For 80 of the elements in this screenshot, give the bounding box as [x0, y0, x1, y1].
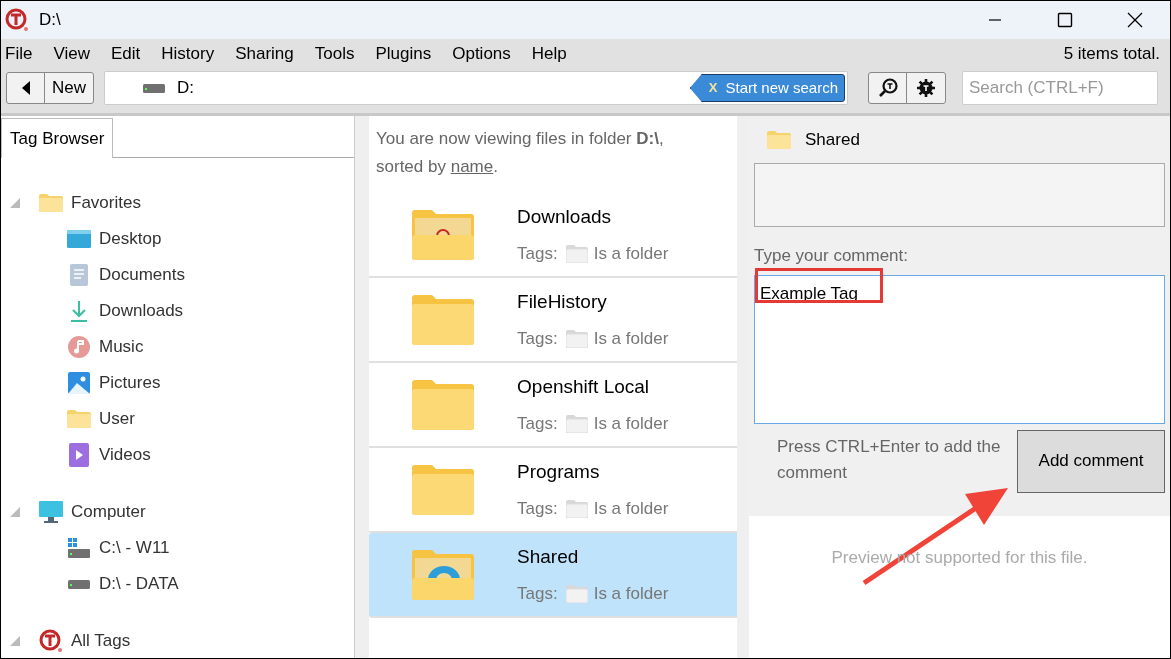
tree-item[interactable]: User — [99, 406, 135, 432]
search-field[interactable]: Search (CTRL+F) — [962, 71, 1158, 105]
file-name: Downloads — [517, 204, 613, 229]
tree-item[interactable]: D:\ - DATA — [99, 571, 179, 597]
comment-hint: Press CTRL+Enter to add the comment — [777, 435, 1002, 484]
items-total-label: 5 items total. — [1063, 43, 1160, 66]
tree-item[interactable]: Desktop — [99, 226, 162, 252]
file-name: Programs — [517, 459, 601, 484]
file-row[interactable]: Shared Tags: Is a folder — [369, 533, 738, 618]
tags-label: Tags: — [517, 583, 558, 605]
video-icon — [69, 443, 89, 467]
tree-item[interactable]: Downloads — [99, 298, 184, 324]
tree-item[interactable]: Documents — [99, 262, 185, 288]
tree-item[interactable]: Computer — [71, 499, 146, 525]
folder-tag-icon — [565, 584, 588, 603]
monitor-icon — [67, 230, 91, 248]
sort-link[interactable]: name — [450, 157, 494, 176]
menu-item[interactable]: Sharing — [235, 41, 294, 67]
comment-label: Type your comment: — [754, 245, 910, 267]
maximize-icon[interactable] — [1057, 12, 1073, 28]
location-bar[interactable]: D: X Start new search — [104, 71, 848, 105]
folder-tag-icon — [565, 244, 588, 263]
tags-label: Tags: — [517, 413, 558, 435]
tag-chip[interactable]: Is a folder — [593, 241, 669, 267]
drive-icon — [68, 579, 90, 589]
folder-info-text: You are now viewing files in folder D:\, sorted by name. — [375, 128, 665, 178]
tree-item[interactable]: Videos — [99, 442, 151, 468]
file-name: Shared — [517, 544, 580, 569]
tag-browser-tab[interactable]: Tag Browser — [1, 118, 114, 158]
tags-label: Tags: — [517, 243, 558, 265]
download-icon — [69, 300, 89, 322]
menu-item[interactable]: Plugins — [375, 41, 432, 67]
folder-icon — [412, 464, 475, 515]
menu-item[interactable]: Help — [531, 41, 567, 67]
folder-icon — [412, 294, 475, 345]
selected-file-name: Shared — [805, 128, 860, 151]
folder-icon — [67, 410, 91, 428]
location-text: D: — [177, 77, 194, 100]
menu-item[interactable]: Edit — [110, 41, 141, 67]
menu-item[interactable]: Tools — [314, 41, 355, 67]
folder-icon — [412, 379, 475, 430]
settings-icon — [916, 78, 936, 98]
document-icon — [70, 264, 88, 286]
tags-label: Tags: — [517, 498, 558, 520]
folder-icon — [39, 194, 63, 212]
close-icon[interactable] — [1127, 12, 1143, 28]
file-name: Openshift Local — [517, 374, 651, 399]
tree-item[interactable]: C:\ - W11 — [99, 535, 170, 561]
menu-item[interactable]: Options — [452, 41, 511, 67]
monitor-icon — [39, 501, 63, 523]
menu-item[interactable]: View — [53, 41, 90, 67]
tag-chip[interactable]: Is a folder — [593, 326, 669, 352]
search-icon — [877, 78, 898, 98]
folder-icon — [767, 130, 791, 149]
file-name: FileHistory — [517, 289, 608, 314]
folder-tag-icon — [565, 329, 588, 348]
menu-item[interactable]: File — [5, 41, 33, 67]
menu-item[interactable]: History — [161, 41, 215, 67]
drive-icon — [68, 538, 90, 558]
drive-icon — [143, 83, 165, 93]
music-icon — [68, 336, 90, 358]
tags-label: Tags: — [517, 328, 558, 350]
back-arrow-icon — [20, 81, 31, 95]
close-mark: X — [708, 79, 718, 98]
picture-icon — [68, 372, 90, 394]
folder-tag-icon — [565, 499, 588, 518]
folder-icon — [412, 209, 475, 260]
start-new-search-button[interactable]: X Start new search — [689, 74, 845, 102]
shared-folder-icon — [412, 549, 475, 600]
window-title: D:\ — [39, 9, 61, 32]
tag-chip[interactable]: Is a folder — [593, 496, 669, 522]
tag-logo-icon — [39, 629, 63, 653]
tree-item[interactable]: Music — [99, 334, 144, 360]
tree-item[interactable]: Favorites — [71, 190, 141, 216]
add-comment-button[interactable]: Add comment — [1017, 429, 1165, 493]
folder-tag-icon — [565, 414, 588, 433]
tree-item[interactable]: All Tags — [71, 628, 131, 654]
tag-chip[interactable]: Is a folder — [593, 411, 669, 437]
app-logo-icon — [5, 8, 29, 32]
tree-item[interactable]: Pictures — [99, 370, 161, 396]
